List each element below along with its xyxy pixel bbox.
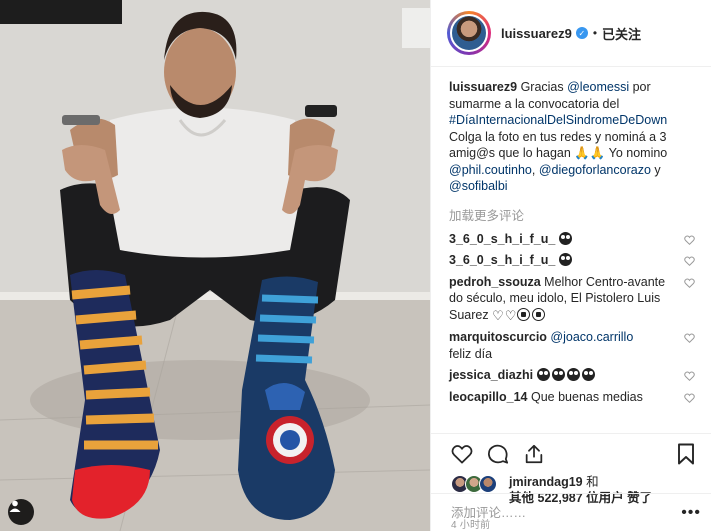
liker-avatars[interactable] bbox=[451, 475, 507, 493]
comment-username[interactable]: leocapillo_14 bbox=[449, 390, 528, 404]
comment-like-heart-icon[interactable] bbox=[684, 331, 695, 348]
comment-item: 3_6_0_s_h_i_f_u_ bbox=[449, 231, 695, 248]
load-more-comments-button[interactable]: 加载更多评论 bbox=[449, 205, 695, 224]
heart-eyes-emoji-icon bbox=[551, 368, 565, 381]
post-sidebar: luissuarez9 ✓ • 已关注 luissuarez9 Gracias … bbox=[430, 0, 711, 531]
white-heart-emoji-icon: ♡ bbox=[492, 307, 504, 323]
comment-text: feliz día bbox=[449, 346, 493, 361]
post-photo[interactable] bbox=[0, 0, 430, 531]
comments-scroll-area[interactable]: luissuarez9 Gracias @leomessi por sumarm… bbox=[431, 67, 711, 433]
heart-eyes-emoji-icon bbox=[558, 253, 572, 266]
caption-segment: Gracias bbox=[517, 80, 568, 94]
caption-text: Gracias @leomessi por sumarme a la convo… bbox=[449, 80, 667, 193]
comment-like-heart-icon[interactable] bbox=[684, 254, 695, 271]
instagram-post: luissuarez9 ✓ • 已关注 luissuarez9 Gracias … bbox=[0, 0, 711, 531]
add-comment-bar: ••• bbox=[431, 493, 711, 531]
bookmark-icon[interactable] bbox=[677, 443, 695, 465]
comment-item: jessica_diazhi bbox=[449, 367, 695, 384]
comment-like-heart-icon[interactable] bbox=[684, 276, 695, 293]
user-tag-glyph bbox=[9, 500, 21, 512]
caption-segment: y bbox=[650, 162, 661, 177]
caption-link[interactable]: #DíaInternacionalDelSindromeDeDown bbox=[449, 113, 667, 127]
ball-emoji-icon bbox=[532, 307, 546, 321]
share-icon[interactable] bbox=[523, 443, 545, 465]
heart-eyes-emoji-icon bbox=[566, 368, 580, 381]
comment-like-heart-icon[interactable] bbox=[684, 233, 695, 250]
comment-username[interactable]: 3_6_0_s_h_i_f_u_ bbox=[449, 232, 555, 246]
comment-like-heart-icon[interactable] bbox=[684, 369, 695, 386]
add-comment-input[interactable] bbox=[451, 505, 682, 520]
verified-badge-icon: ✓ bbox=[575, 27, 588, 39]
heart-icon[interactable] bbox=[451, 444, 473, 464]
header-separator: • bbox=[592, 26, 598, 40]
post-header: luissuarez9 ✓ • 已关注 bbox=[431, 0, 711, 67]
action-bar bbox=[431, 433, 711, 473]
caption-segment: Colga la foto en tus redes y nominá a 3 … bbox=[449, 129, 668, 161]
comment-item: 3_6_0_s_h_i_f_u_ bbox=[449, 252, 695, 269]
user-tag-icon[interactable] bbox=[8, 499, 34, 525]
caption-username[interactable]: luissuarez9 bbox=[449, 80, 517, 94]
heart-eyes-emoji-icon bbox=[536, 368, 550, 381]
avatar-story-ring[interactable] bbox=[447, 11, 491, 55]
following-button[interactable]: 已关注 bbox=[602, 24, 641, 43]
comment-username[interactable]: jessica_diazhi bbox=[449, 368, 533, 382]
comment-icon[interactable] bbox=[487, 443, 509, 465]
caption-link[interactable]: @phil.coutinho bbox=[449, 163, 532, 177]
caption-link[interactable]: @leomessi bbox=[567, 80, 629, 94]
comments-list: 3_6_0_s_h_i_f_u_ 3_6_0_s_h_i_f_u_ pedroh… bbox=[449, 231, 695, 406]
comment-text: Que buenas medias bbox=[531, 389, 643, 404]
more-options-icon[interactable]: ••• bbox=[681, 504, 701, 522]
comment-item: pedroh_ssouza Melhor Centro-avante do sé… bbox=[449, 274, 695, 325]
caption-segment: , bbox=[531, 162, 539, 177]
ball-emoji-icon bbox=[517, 307, 531, 321]
caption-link[interactable]: @diegoforlancorazo bbox=[539, 163, 651, 177]
avatar[interactable] bbox=[450, 14, 488, 52]
liker-avatar bbox=[479, 475, 497, 493]
heart-eyes-emoji-icon bbox=[558, 231, 572, 245]
liker-username[interactable]: jmirandag19 bbox=[509, 475, 583, 489]
comment-item: leocapillo_14 Que buenas medias bbox=[449, 389, 695, 406]
heart-eyes-emoji-icon bbox=[581, 368, 595, 381]
comment-item: marquitoscurcio @joaco.carrillo feliz día bbox=[449, 329, 695, 362]
post-caption: luissuarez9 Gracias @leomessi por sumarm… bbox=[449, 79, 695, 195]
comment-username[interactable]: pedroh_ssouza bbox=[449, 275, 541, 289]
photo-illustration bbox=[0, 0, 430, 531]
white-heart-emoji-icon: ♡ bbox=[504, 307, 517, 323]
comment-username[interactable]: 3_6_0_s_h_i_f_u_ bbox=[449, 253, 555, 267]
comment-mention[interactable]: @joaco.carrillo bbox=[550, 330, 633, 344]
comment-username[interactable]: marquitoscurcio bbox=[449, 330, 547, 344]
caption-link[interactable]: @sofibalbi bbox=[449, 179, 508, 193]
header-username[interactable]: luissuarez9 bbox=[501, 26, 572, 41]
likes-and: 和 bbox=[586, 475, 599, 489]
comment-like-heart-icon[interactable] bbox=[684, 391, 695, 408]
